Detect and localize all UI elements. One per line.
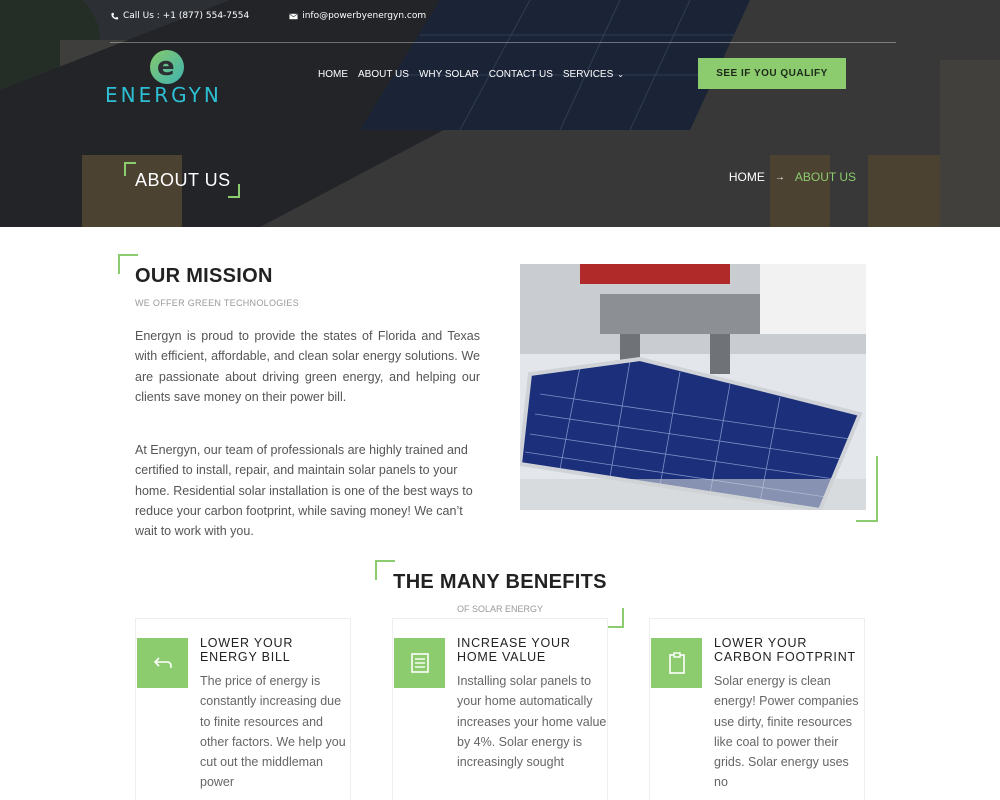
envelope-icon [289,13,298,19]
hero-banner: Call Us : +1 (877) 554-7554 info@powerby… [0,0,1000,227]
mission-paragraph: Energyn is proud to provide the states o… [135,329,480,404]
benefit-text: Solar energy is clean energy! Power comp… [714,674,859,790]
benefit-title: LOWER YOUR ENERGY BILL [200,636,294,664]
see-if-you-qualify-button[interactable]: SEE IF YOU QUALIFY [698,58,846,89]
benefit-text: Installing solar panels to your home aut… [457,674,607,770]
main-nav: HOME ABOUT US WHY SOLAR CONTACT US SERVI… [318,69,624,80]
phone-text: Call Us : +1 (877) 554-7554 [123,11,250,21]
benefit-card-home-value: INCREASE YOUR HOME VALUE Installing sola… [392,618,608,800]
nav-about-label: ABOUT US [358,69,409,80]
breadcrumb: HOME → ABOUT US [729,170,856,184]
solar-panel-factory-image [520,264,866,510]
page-title: ABOUT US [135,170,231,190]
nav-contact-us[interactable]: CONTACT US [489,69,553,80]
phone-contact[interactable]: Call Us : +1 (877) 554-7554 [110,11,249,21]
benefit-text: The price of energy is constantly increa… [200,674,346,790]
arrow-right-icon: → [774,171,785,183]
top-contact-bar: Call Us : +1 (877) 554-7554 info@powerby… [110,11,426,21]
nav-home[interactable]: HOME [318,69,348,80]
nav-about-us[interactable]: ABOUT US [358,69,409,80]
hero-overlay [0,0,1000,227]
nav-services-label: SERVICES [562,69,614,80]
clipboard-icon [651,638,702,688]
header-divider [110,42,896,43]
logo-mark: e [150,50,184,84]
benefit-title: INCREASE YOUR HOME VALUE [457,636,571,664]
nav-contact-label: CONTACT US [488,69,553,80]
image-corner-accent [856,456,878,522]
benefit-title: LOWER YOUR CARBON FOOTPRINT [714,636,856,664]
title-corner-accent [228,184,240,198]
benefits-heading: THE MANY BENEFITS [393,571,607,593]
benefit-card-energy-bill: LOWER YOUR ENERGY BILL The price of ener… [135,618,351,800]
mission-heading: OUR MISSION [135,265,273,287]
mission-paragraph: At Energyn, our team of professionals ar… [135,443,473,539]
document-icon [394,638,445,688]
phone-icon [111,12,119,19]
nav-home-label: HOME [318,69,348,80]
nav-why-solar-label: WHY SOLAR [418,69,479,80]
email-text: info@powerbyenergyn.com [302,11,427,21]
energyn-logo[interactable]: e ENERGYN [105,50,240,110]
logo-wordmark: ENERGYN [105,83,222,107]
nav-why-solar[interactable]: WHY SOLAR [419,69,479,80]
undo-arrow-icon [137,638,188,688]
mission-subheading: WE OFFER GREEN TECHNOLOGIES [135,298,299,308]
logo-mark-letter: e [157,52,175,82]
breadcrumb-home[interactable]: HOME [729,170,765,184]
benefits-subheading: OF SOLAR ENERGY [456,604,544,614]
chevron-down-icon: ⌄ [617,70,624,79]
email-contact[interactable]: info@powerbyenergyn.com [289,11,426,21]
nav-services[interactable]: SERVICES ⌄ [563,69,624,80]
benefit-card-carbon-footprint: LOWER YOUR CARBON FOOTPRINT Solar energy… [649,618,865,800]
breadcrumb-current: ABOUT US [794,170,856,184]
